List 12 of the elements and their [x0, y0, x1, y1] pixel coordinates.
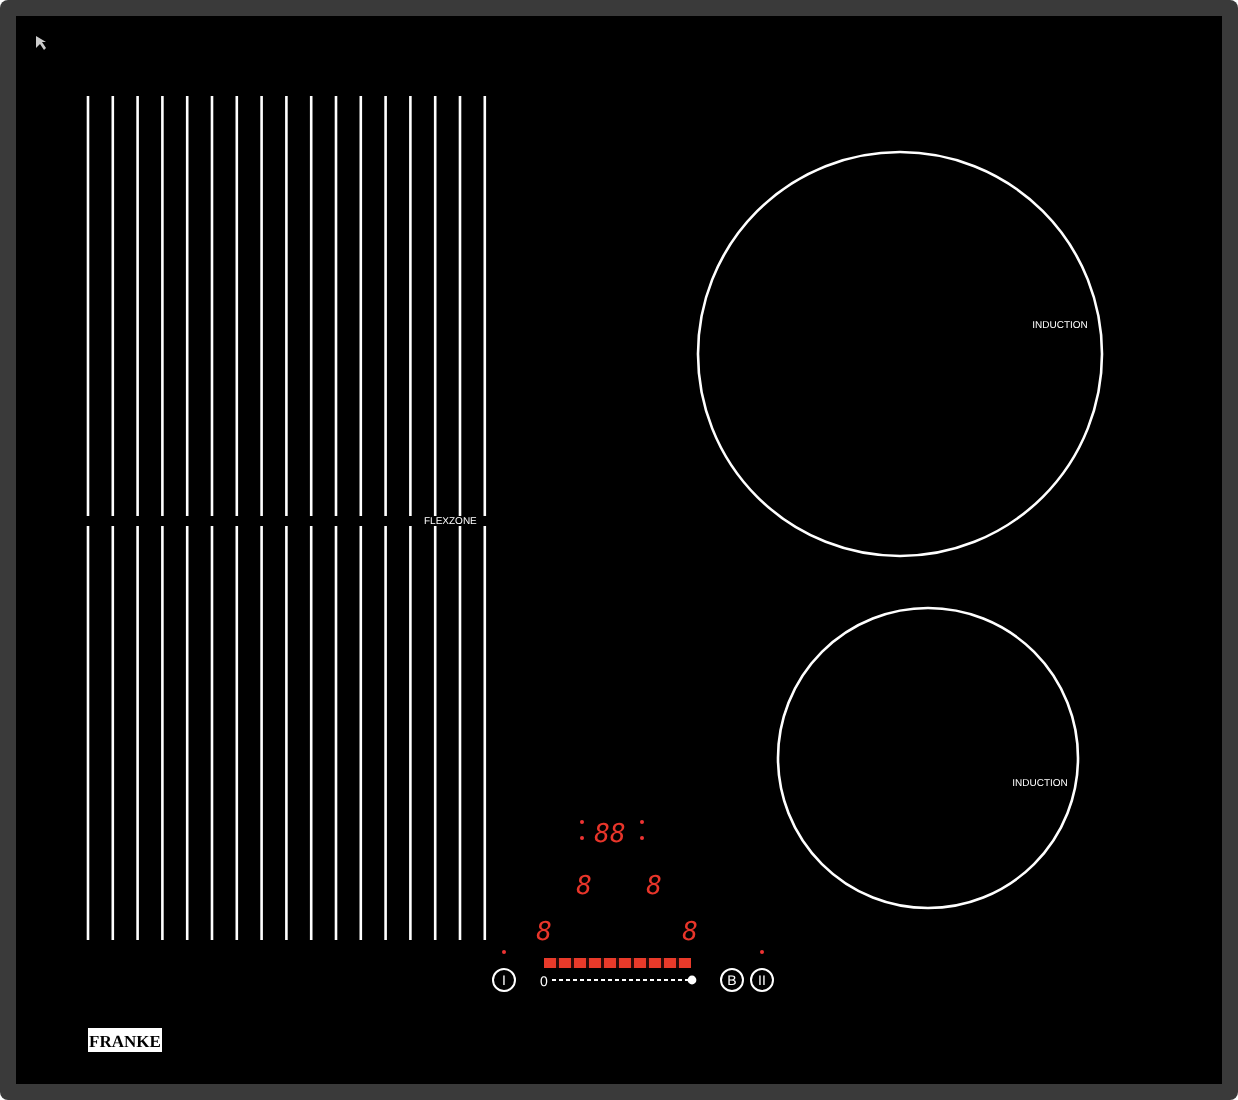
brand-logo: FRANKE: [88, 1028, 162, 1052]
zone-display: 8: [536, 918, 552, 948]
slider-thumb[interactable]: [687, 975, 697, 985]
colon-dots-icon: [580, 820, 644, 840]
indicator-dot-icon: [760, 950, 764, 954]
timer-display: 88: [594, 820, 626, 850]
indicator-dot-icon: [502, 950, 506, 954]
zone-display: 8: [682, 918, 698, 948]
zone-display: 8: [646, 872, 662, 902]
cursor-icon: [36, 36, 46, 50]
zone-display: 8: [576, 872, 592, 902]
slider-track[interactable]: [551, 975, 697, 985]
